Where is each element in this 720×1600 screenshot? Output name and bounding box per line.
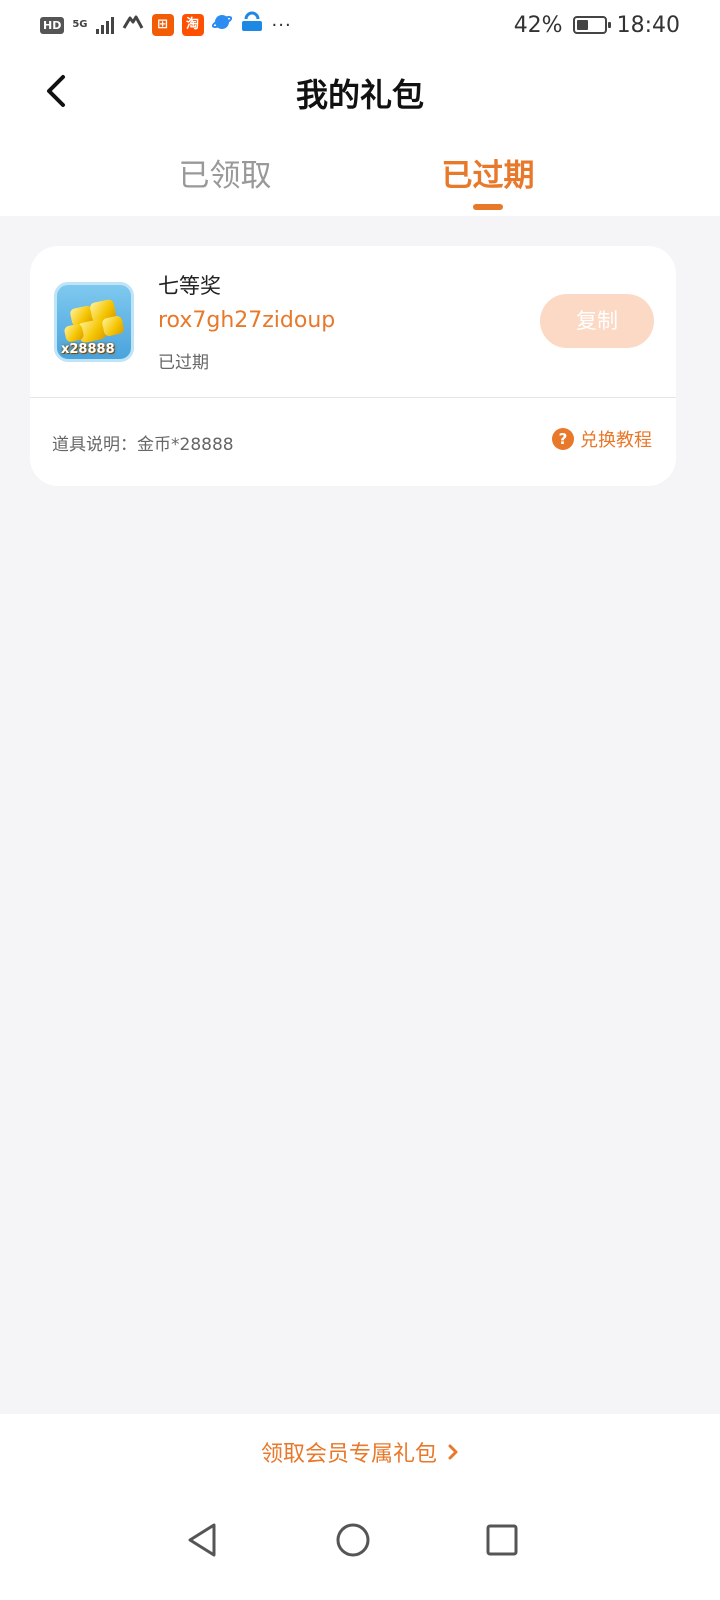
cloud-notification-icon [240,11,264,39]
battery-icon [572,16,611,34]
network-type-icon: 5G [72,19,88,30]
nav-back-button[interactable] [172,1510,232,1570]
square-recents-icon [486,1524,518,1556]
status-bar: HD 5G ⊞ 淘 ··· 42% 18:40 [0,0,720,50]
help-icon: ? [552,428,574,450]
nav-home-button[interactable] [323,1510,383,1570]
clock: 18:40 [616,12,680,38]
chevron-right-icon [448,1444,458,1460]
page-title: 我的礼包 [295,76,424,114]
app-notification-icon: ⊞ [151,14,174,36]
header: 我的礼包 已领取 已过期 [0,50,720,216]
member-gift-link[interactable]: 领取会员专属礼包 [0,1414,720,1490]
browser-notification-icon [211,12,232,38]
active-tab-indicator [473,204,503,210]
hd-icon: HD [40,16,65,34]
tab-received[interactable]: 已领取 [125,150,325,195]
more-notifications-icon: ··· [271,14,292,36]
member-gift-label: 领取会员专属礼包 [260,1442,437,1467]
battery-percent: 42% [513,12,563,38]
exchange-tutorial-label: 兑换教程 [580,430,652,451]
gift-name: 七等奖 [158,274,221,298]
gold-coins-icon: x28888 [54,282,134,362]
gift-card: x28888 七等奖 rox7gh27zidoup 已过期 复制 道具说明：金币… [30,246,676,486]
card-divider [30,397,676,398]
exchange-tutorial-link[interactable]: ? 兑换教程 [552,426,652,452]
tab-expired[interactable]: 已过期 [388,150,588,195]
nav-recents-button[interactable] [472,1510,532,1570]
signal-icon [95,16,114,34]
system-nav-bar [0,1490,720,1600]
copy-button[interactable]: 复制 [540,294,654,348]
tab-bar: 已领取 已过期 [0,150,720,216]
gift-status: 已过期 [158,353,209,373]
circle-home-icon [336,1523,370,1557]
status-icons-left: HD 5G ⊞ 淘 ··· [40,11,292,39]
taobao-notification-icon: 淘 [181,14,204,36]
triangle-back-icon [188,1523,216,1557]
item-description: 道具说明：金币*28888 [52,435,234,455]
hifi-icon [122,13,144,38]
status-icons-right: 42% 18:40 [514,13,680,38]
gift-code: rox7gh27zidoup [158,308,336,333]
gift-icon-quantity: x28888 [61,342,115,357]
